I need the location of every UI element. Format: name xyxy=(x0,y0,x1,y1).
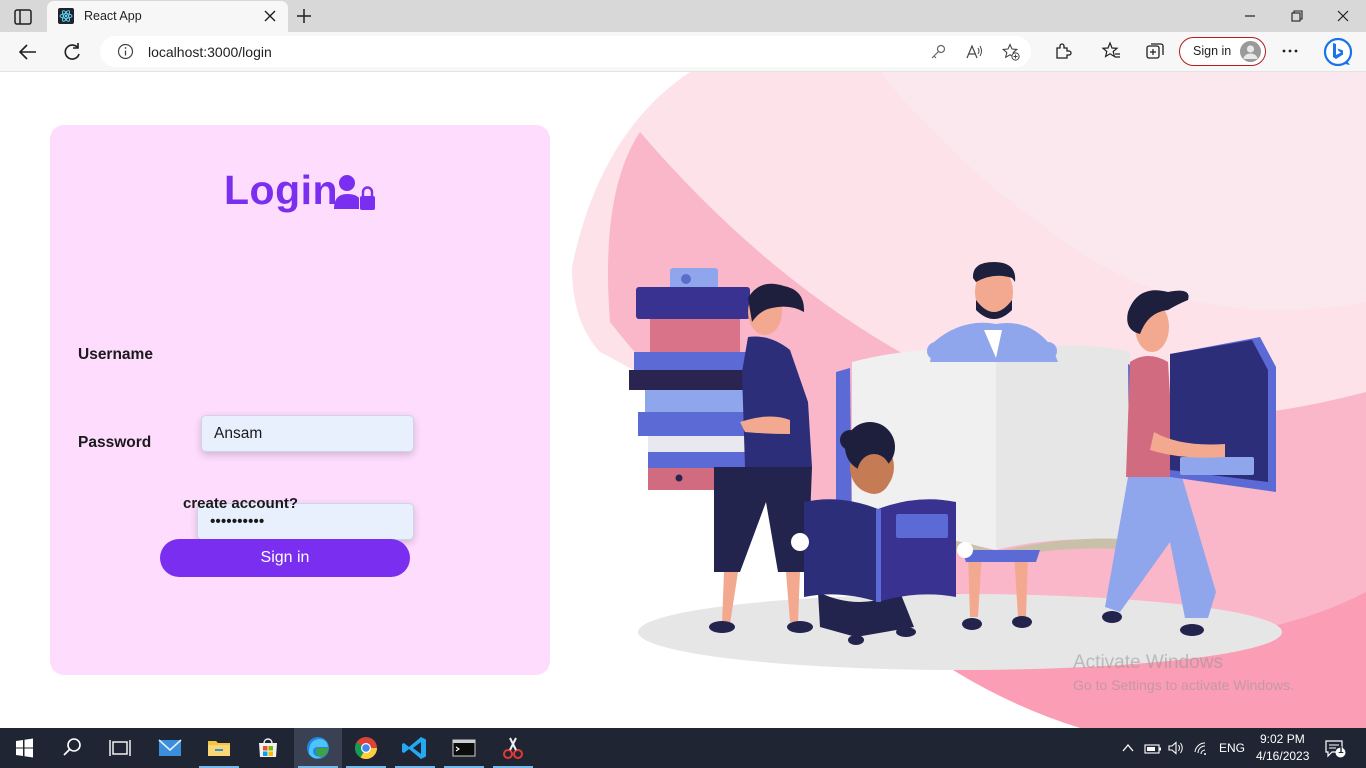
start-icon[interactable] xyxy=(0,728,48,768)
bing-chat-icon[interactable] xyxy=(1322,36,1354,68)
chrome-icon[interactable] xyxy=(342,728,390,768)
browser-signin-button[interactable]: Sign in xyxy=(1179,37,1266,66)
browser-signin-label: Sign in xyxy=(1193,44,1232,58)
terminal-icon[interactable] xyxy=(440,728,488,768)
language-indicator[interactable]: ENG xyxy=(1219,741,1245,755)
volume-icon[interactable] xyxy=(1167,740,1185,756)
address-bar[interactable]: localhost:3000/login xyxy=(100,36,1031,67)
refresh-icon[interactable] xyxy=(61,41,83,63)
back-arrow-icon[interactable] xyxy=(17,41,39,63)
tab-react-app[interactable]: React App xyxy=(47,1,288,32)
login-title: Login xyxy=(224,167,339,213)
edge-icon[interactable] xyxy=(294,728,342,768)
tab-title: React App xyxy=(84,9,142,23)
key-icon[interactable] xyxy=(929,43,947,61)
more-options-icon[interactable] xyxy=(1280,41,1300,61)
store-icon[interactable] xyxy=(244,728,292,768)
windows-taskbar: ENG 9:02 PM 4/16/2023 1 xyxy=(0,728,1366,768)
read-aloud-icon[interactable] xyxy=(965,43,983,61)
vscode-icon[interactable] xyxy=(391,728,439,768)
react-icon xyxy=(58,8,74,24)
info-icon[interactable] xyxy=(117,43,134,60)
clock-time[interactable]: 9:02 PM xyxy=(1260,732,1305,746)
browser-toolbar: localhost:3000/login Sign in xyxy=(0,32,1366,72)
activate-windows-subtitle: Go to Settings to activate Windows. xyxy=(1073,677,1294,693)
task-view-icon[interactable] xyxy=(96,728,144,768)
restore-icon[interactable] xyxy=(1289,8,1305,24)
favorites-icon[interactable] xyxy=(1101,41,1121,61)
profile-avatar-icon xyxy=(1240,41,1261,62)
close-tab-icon[interactable] xyxy=(264,10,276,22)
browser-tab-bar: React App xyxy=(0,0,1366,32)
file-explorer-icon[interactable] xyxy=(195,728,243,768)
mail-icon[interactable] xyxy=(146,728,194,768)
collections-icon[interactable] xyxy=(1145,41,1165,61)
notification-count: 1 xyxy=(1338,745,1344,756)
network-icon[interactable] xyxy=(1193,740,1211,756)
snipping-tool-icon[interactable] xyxy=(489,728,537,768)
clock-date[interactable]: 4/16/2023 xyxy=(1256,749,1309,763)
new-tab-icon[interactable] xyxy=(295,7,313,25)
activate-windows-title: Activate Windows xyxy=(1073,652,1223,673)
sign-in-button[interactable]: Sign in xyxy=(160,539,410,577)
tab-actions-icon[interactable] xyxy=(12,8,34,26)
add-favorite-icon[interactable] xyxy=(1002,43,1020,61)
password-label: Password xyxy=(78,434,152,451)
url-text[interactable]: localhost:3000/login xyxy=(148,44,272,60)
battery-icon[interactable] xyxy=(1144,740,1162,756)
close-window-icon[interactable] xyxy=(1335,8,1351,24)
chevron-up-icon[interactable] xyxy=(1120,740,1136,756)
username-label: Username xyxy=(78,346,153,363)
extensions-icon[interactable] xyxy=(1053,41,1073,61)
create-account-link[interactable]: create account? xyxy=(183,495,298,512)
login-page: Login Username Password create account? … xyxy=(0,72,1366,728)
login-card: Login Username Password create account? … xyxy=(50,125,550,675)
user-lock-icon xyxy=(334,175,375,210)
minimize-icon[interactable] xyxy=(1242,8,1258,24)
username-input[interactable] xyxy=(201,415,414,452)
search-icon[interactable] xyxy=(48,728,96,768)
